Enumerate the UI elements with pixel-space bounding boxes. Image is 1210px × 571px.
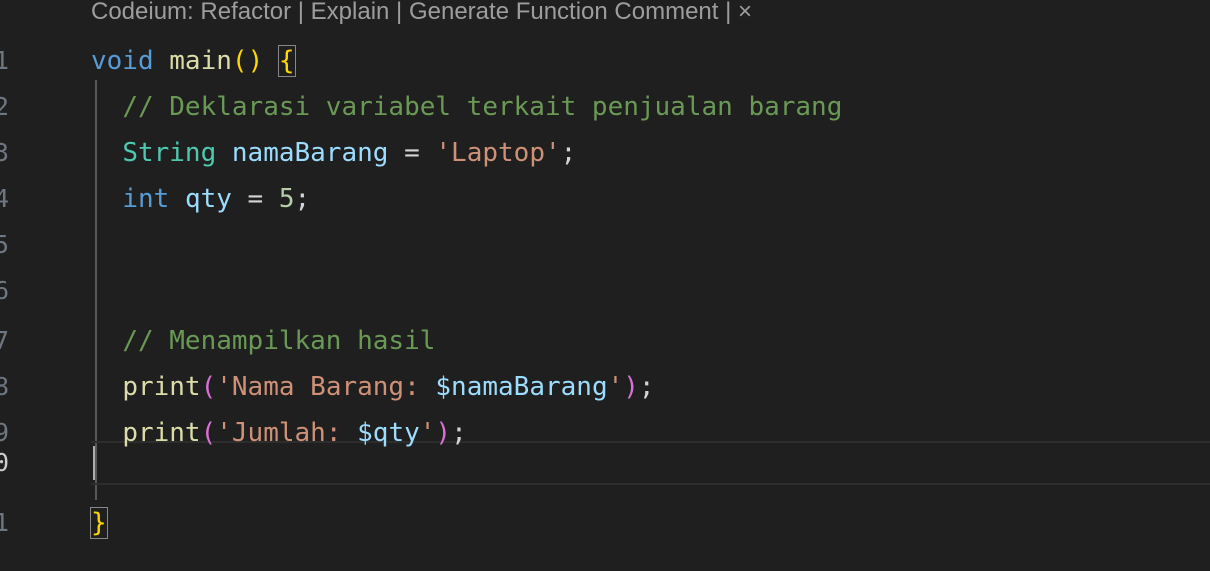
code-content: void main() { bbox=[91, 38, 296, 84]
line-number: 5 bbox=[0, 230, 10, 259]
code-line[interactable]: 1 void main() { bbox=[0, 38, 1210, 84]
paren-token: ) bbox=[623, 372, 639, 402]
variable-token: qty bbox=[184, 184, 232, 214]
codelens-explain-link[interactable]: Explain bbox=[311, 0, 390, 25]
code-content: print('Nama Barang: $namaBarang'); bbox=[91, 364, 655, 410]
string-token: 'Nama Barang: bbox=[216, 372, 436, 402]
line-number: 1 bbox=[0, 46, 10, 75]
keyword-token: void bbox=[91, 46, 154, 76]
codelens-close-icon[interactable]: × bbox=[738, 0, 752, 25]
code-content: // Deklarasi variabel terkait penjualan … bbox=[91, 84, 842, 130]
paren-token: ( bbox=[200, 372, 217, 402]
code-content: int qty = 5; bbox=[91, 176, 310, 222]
codelens-separator: | bbox=[718, 0, 739, 25]
semicolon-token: ; bbox=[294, 184, 311, 214]
code-content: // Menampilkan hasil bbox=[91, 318, 435, 364]
comment-token: // Menampilkan hasil bbox=[122, 326, 436, 356]
line-number: 0 bbox=[0, 448, 10, 477]
code-line[interactable]: 5 bbox=[0, 222, 1210, 268]
paren-token: ) bbox=[247, 46, 264, 76]
interpolation-token: $namaBarang bbox=[435, 372, 608, 402]
code-line[interactable]: 3 String namaBarang = 'Laptop'; bbox=[0, 130, 1210, 176]
brace-token: { bbox=[277, 45, 296, 77]
brace-token: } bbox=[90, 507, 108, 539]
operator-token: = bbox=[231, 184, 279, 214]
code-content: } bbox=[90, 500, 108, 546]
function-token: main bbox=[169, 46, 232, 76]
operator-token: = bbox=[388, 138, 436, 168]
line-number: 7 bbox=[0, 326, 10, 355]
code-editor[interactable]: Codeium: Refactor | Explain | Generate F… bbox=[0, 0, 1210, 571]
code-line[interactable]: 1 } bbox=[0, 500, 1210, 546]
code-content: String namaBarang = 'Laptop'; bbox=[91, 130, 576, 176]
code-line[interactable]: 8 print('Nama Barang: $namaBarang'); bbox=[0, 364, 1210, 410]
code-line[interactable]: 0 bbox=[0, 441, 1210, 485]
semicolon-token: ; bbox=[638, 372, 655, 402]
line-number: 1 bbox=[0, 508, 10, 537]
number-token: 5 bbox=[278, 184, 295, 214]
type-token: String bbox=[122, 138, 217, 168]
codelens-separator: | bbox=[389, 0, 409, 25]
line-number: 6 bbox=[0, 276, 10, 305]
codeium-codelens: Codeium: Refactor | Explain | Generate F… bbox=[91, 0, 752, 32]
codelens-separator: | bbox=[291, 0, 311, 25]
string-token: 'Laptop' bbox=[435, 138, 561, 168]
type-token: int bbox=[122, 184, 170, 214]
code-line[interactable]: 2 // Deklarasi variabel terkait penjuala… bbox=[0, 84, 1210, 130]
comment-token: // Deklarasi variabel terkait penjualan … bbox=[122, 92, 843, 122]
line-number: 2 bbox=[0, 92, 10, 121]
variable-token: namaBarang bbox=[231, 138, 389, 168]
code-line[interactable]: 6 bbox=[0, 268, 1210, 314]
line-number: 4 bbox=[0, 184, 10, 213]
code-line[interactable]: 7 // Menampilkan hasil bbox=[0, 318, 1210, 364]
codelens-generate-comment-link[interactable]: Generate Function Comment bbox=[409, 0, 718, 25]
string-token: ' bbox=[607, 372, 624, 402]
line-number: 8 bbox=[0, 372, 10, 401]
line-number: 3 bbox=[0, 138, 10, 167]
codelens-refactor-link[interactable]: Codeium: Refactor bbox=[91, 0, 291, 25]
semicolon-token: ; bbox=[560, 138, 577, 168]
code-line[interactable]: 4 int qty = 5; bbox=[0, 176, 1210, 222]
paren-token: ( bbox=[231, 46, 248, 76]
function-token: print bbox=[122, 372, 201, 402]
